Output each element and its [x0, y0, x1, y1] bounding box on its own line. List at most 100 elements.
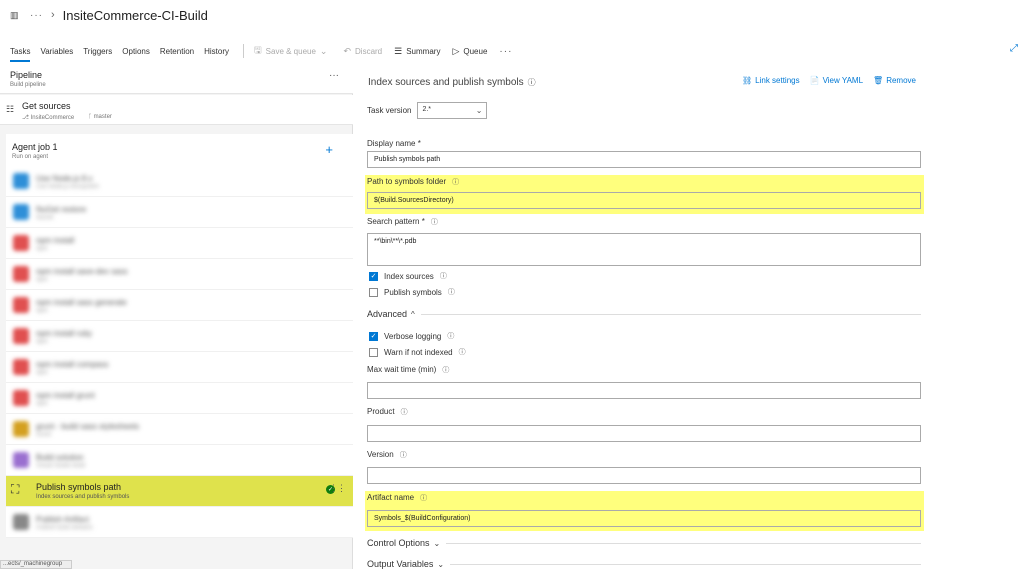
verbose-logging-checkbox[interactable]: ✓ Verbose logging ⓘ: [369, 331, 454, 341]
pipeline-subtitle: Build pipeline: [10, 82, 46, 88]
chevron-down-icon: ⌄: [319, 45, 328, 56]
task-version-select[interactable]: 2.* ⌄: [417, 102, 488, 119]
task-subtitle: npm: [36, 246, 48, 252]
list-item[interactable]: grunt - build sass stylesheets Grunt: [6, 414, 353, 445]
play-icon: ▷: [452, 45, 460, 56]
product-input[interactable]: [367, 425, 921, 442]
view-yaml-button[interactable]: 📄 View YAML: [810, 76, 863, 85]
branch-name: master: [93, 114, 112, 120]
tab-triggers[interactable]: Triggers: [83, 40, 112, 62]
list-item[interactable]: Build solution Visual Studio build: [6, 445, 353, 476]
save-icon: 🖫: [253, 45, 262, 55]
task-subtitle: Publish build artifacts: [36, 525, 93, 531]
summary-label: Summary: [406, 46, 441, 56]
drag-handle-icon[interactable]: ⋮⋮: [329, 483, 346, 494]
version-input[interactable]: [367, 467, 921, 484]
tab-variables[interactable]: Variables: [40, 40, 73, 62]
task-title: npm install compass: [36, 360, 109, 369]
info-icon[interactable]: ⓘ: [448, 287, 455, 297]
search-pattern-label: Search pattern * ⓘ: [367, 217, 438, 227]
info-icon[interactable]: ⓘ: [447, 331, 454, 341]
discard-label: Discard: [355, 46, 383, 56]
advanced-section-header[interactable]: Advanced ^: [367, 309, 921, 319]
toolbar-more-icon[interactable]: ···: [499, 46, 512, 57]
tab-retention[interactable]: Retention: [160, 40, 194, 62]
selected-task-publish-symbols[interactable]: ⛶ Publish symbols path Index sources and…: [6, 476, 353, 507]
publish-symbols-icon: ⛶: [11, 482, 20, 496]
max-wait-input[interactable]: [367, 382, 921, 399]
save-queue-button[interactable]: 🖫 Save & queue ⌄: [254, 43, 331, 59]
checkbox-unchecked-icon: [369, 347, 378, 357]
breadcrumb-more-icon[interactable]: ···: [30, 10, 43, 21]
symbols-folder-input[interactable]: $(Build.SourcesDirectory): [367, 192, 921, 209]
agent-job-subtitle: Run on agent: [12, 154, 49, 160]
task-icon: [13, 359, 29, 375]
search-pattern-textarea[interactable]: **\bin\**\*.pdb: [367, 233, 921, 266]
task-subtitle: npm: [36, 339, 48, 345]
link-settings-button[interactable]: ⛓ Link settings: [742, 76, 800, 85]
sources-icon: ☷: [6, 104, 15, 114]
chevron-down-icon: ⌄: [437, 559, 445, 569]
info-icon[interactable]: ⓘ: [401, 409, 408, 416]
task-title: npm install ruby: [36, 329, 93, 338]
pipeline-more-icon[interactable]: ···: [329, 70, 339, 81]
artifact-name-input[interactable]: Symbols_$(BuildConfiguration): [367, 510, 921, 527]
list-item[interactable]: Use Node.js 8.x Use Node.js ecosystem: [6, 166, 353, 197]
info-icon[interactable]: ⓘ: [452, 179, 459, 186]
tab-tasks[interactable]: Tasks: [10, 40, 31, 62]
display-name-label: Display name *: [367, 139, 421, 148]
index-sources-checkbox[interactable]: ✓ Index sources ⓘ: [369, 271, 447, 281]
list-item[interactable]: npm install sass generate npm: [6, 290, 353, 321]
list-item[interactable]: Publish Artifact Publish build artifacts: [6, 507, 353, 538]
pipeline-icon[interactable]: ▥: [10, 10, 20, 20]
task-details-pane: Index sources and publish symbols ⓘ ⛓ Link…: [354, 62, 1024, 569]
selected-task-subtitle: Index sources and publish symbols: [36, 494, 130, 500]
task-subtitle: Use Node.js ecosystem: [36, 184, 100, 190]
info-icon[interactable]: ⓘ: [420, 495, 427, 502]
get-sources-item[interactable]: ☷ Get sources ⎇ InsiteCommerce ᚴ master: [0, 95, 353, 125]
list-item[interactable]: npm install compass npm: [6, 352, 353, 383]
agent-job-item[interactable]: Agent job 1 Run on agent +: [6, 134, 353, 166]
task-list-pane: Pipeline Build pipeline ··· ☷ Get source…: [0, 62, 353, 569]
output-variables-section-header[interactable]: Output Variables ⌄: [367, 559, 921, 569]
discard-button[interactable]: ↶ Discard: [343, 46, 382, 57]
queue-button[interactable]: ▷ Queue: [452, 46, 487, 57]
tab-options[interactable]: Options: [122, 40, 150, 62]
page-title: InsiteCommerce-CI-Build: [62, 7, 208, 23]
pipeline-title: Pipeline: [10, 70, 43, 80]
output-variables-label: Output Variables: [367, 559, 434, 569]
info-icon[interactable]: ⓘ: [442, 367, 449, 374]
task-title: grunt - build sass stylesheets: [36, 422, 140, 431]
list-item[interactable]: npm install ruby npm: [6, 321, 353, 352]
tab-history[interactable]: History: [204, 40, 229, 62]
expand-icon[interactable]: ⤢: [1010, 43, 1018, 54]
info-icon[interactable]: ⓘ: [459, 347, 466, 357]
info-icon[interactable]: ⓘ: [400, 452, 407, 459]
list-item[interactable]: npm install grunt npm: [6, 383, 353, 414]
task-title: Use Node.js 8.x: [36, 174, 93, 183]
publish-symbols-checkbox[interactable]: Publish symbols ⓘ: [369, 287, 455, 297]
add-task-icon[interactable]: +: [325, 142, 333, 157]
document-icon: 📄: [809, 76, 820, 85]
task-subtitle: Visual Studio build: [36, 463, 86, 469]
info-icon[interactable]: ⓘ: [528, 78, 536, 87]
task-icon: [13, 390, 29, 406]
summary-button[interactable]: ☰ Summary: [394, 46, 440, 57]
warn-not-indexed-checkbox[interactable]: Warn if not indexed ⓘ: [369, 347, 466, 357]
pipeline-item[interactable]: Pipeline Build pipeline ···: [0, 62, 353, 94]
remove-label: Remove: [886, 76, 916, 85]
list-item[interactable]: npm install save-dev sass npm: [6, 259, 353, 290]
list-item[interactable]: NuGet restore NuGet: [6, 197, 353, 228]
task-version-label: Task version: [367, 106, 412, 115]
task-icon: [13, 514, 29, 530]
trash-icon: 🗑: [873, 76, 884, 85]
remove-button[interactable]: 🗑 Remove: [873, 76, 916, 85]
display-name-input[interactable]: Publish symbols path: [367, 151, 921, 168]
control-options-section-header[interactable]: Control Options ⌄: [367, 538, 921, 548]
list-item[interactable]: npm install npm: [6, 228, 353, 259]
info-icon[interactable]: ⓘ: [431, 219, 438, 226]
info-icon[interactable]: ⓘ: [440, 271, 447, 281]
chevron-down-icon: ⌄: [475, 106, 483, 115]
panel-title: Index sources and publish symbols ⓘ: [368, 77, 536, 88]
artifact-name-label-text: Artifact name: [367, 493, 415, 502]
